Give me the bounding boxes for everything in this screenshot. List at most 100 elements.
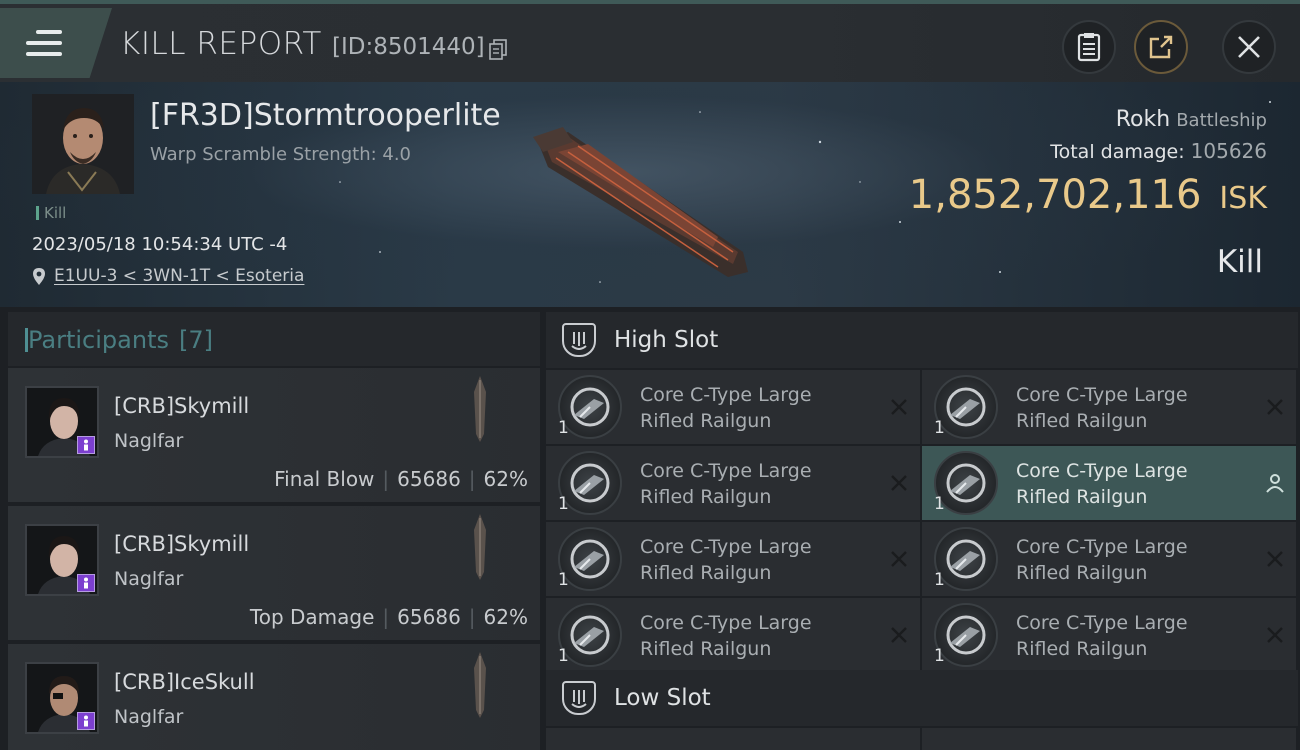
participant-damage: 65686 <box>397 605 461 629</box>
kill-location[interactable]: E1UU-3 < 3WN-1T < Esoteria <box>32 266 304 286</box>
kill-datetime: 2023/05/18 10:54:34 UTC -4 <box>32 234 288 255</box>
participant-stats: Final Blow | 65686 | 62% <box>274 467 528 491</box>
share-icon <box>1149 35 1173 59</box>
module-name: Core C-Type Large Rifled Railgun <box>640 536 812 584</box>
participant-avatar[interactable] <box>25 524 99 596</box>
low-slot-header: Low Slot <box>546 670 1298 726</box>
victim-name[interactable]: [FR3D]Stormtrooperlite <box>150 98 501 133</box>
module-item[interactable]: 1 Core C-Type Large Rifled Railgun <box>546 370 920 444</box>
clipboard-button[interactable] <box>1062 20 1116 74</box>
victim-portrait[interactable] <box>32 94 134 194</box>
kill-result: Kill <box>1216 244 1263 280</box>
menu-button[interactable] <box>0 8 112 78</box>
header-bar: KILL REPORT [ID:8501440] <box>0 0 1300 82</box>
location-link[interactable]: E1UU-3 < 3WN-1T < Esoteria <box>54 266 304 286</box>
participant-damage: 65686 <box>397 467 461 491</box>
isk-amount: 1,852,702,116 <box>908 172 1202 218</box>
victim-ship-render <box>533 127 748 277</box>
low-slot-title: Low Slot <box>614 685 711 711</box>
participant-percent: 62% <box>483 467 528 491</box>
module-quantity: 1 <box>558 418 569 438</box>
ship-name[interactable]: Rokh <box>1116 107 1170 132</box>
participant-stats: Top Damage | 65686 | 62% <box>249 605 528 629</box>
x-icon[interactable] <box>888 396 910 418</box>
clipboard-icon <box>1077 33 1101 62</box>
module-name: Core C-Type Large Rifled Railgun <box>640 384 812 432</box>
x-icon[interactable] <box>888 624 910 646</box>
module-quantity: 1 <box>934 570 945 590</box>
warp-scramble-strength: Warp Scramble Strength: 4.0 <box>150 144 412 165</box>
module-name: Core C-Type Large Rifled Railgun <box>1016 536 1188 584</box>
participant-avatar[interactable] <box>25 386 99 458</box>
module-name: Core C-Type Large Rifled Railgun <box>640 612 812 660</box>
isk-unit: ISK <box>1219 181 1267 216</box>
ship-class: Battleship <box>1176 110 1267 131</box>
person-badge-icon <box>77 712 95 730</box>
high-slot-header: High Slot <box>546 312 1298 368</box>
participant-ship: Naglfar <box>114 568 184 590</box>
x-icon[interactable] <box>888 548 910 570</box>
module-item[interactable]: 1 Core C-Type Large Rifled Railgun <box>922 522 1296 596</box>
module-name: Core C-Type Large Rifled Railgun <box>1016 460 1188 508</box>
participants-title: Participants [7] <box>25 326 213 354</box>
low-slot-item[interactable] <box>922 728 1296 750</box>
module-item[interactable]: 1 Core C-Type Large Rifled Railgun <box>922 598 1296 672</box>
close-button[interactable] <box>1222 20 1276 74</box>
portrait-image <box>32 94 134 194</box>
module-item[interactable]: 1 Core C-Type Large Rifled Railgun <box>546 522 920 596</box>
module-item[interactable]: 1 Core C-Type Large Rifled Railgun <box>546 598 920 672</box>
page-title: KILL REPORT <box>120 26 322 62</box>
participant-name[interactable]: [CRB]Skymill <box>114 394 249 418</box>
module-item[interactable]: 1 Core C-Type Large Rifled Railgun <box>922 370 1296 444</box>
participant-name[interactable]: [CRB]Skymill <box>114 532 249 556</box>
module-quantity: 1 <box>934 494 945 514</box>
module-quantity: 1 <box>558 570 569 590</box>
slot-shield-icon <box>562 323 596 357</box>
x-icon[interactable] <box>1264 624 1286 646</box>
participant-ship-icon <box>474 652 486 718</box>
participant-ship-icon <box>474 376 486 442</box>
participants-count: [7] <box>178 326 213 354</box>
participant-name[interactable]: [CRB]IceSkull <box>114 670 255 694</box>
participant-avatar[interactable] <box>25 662 99 734</box>
person-icon[interactable] <box>1264 472 1286 494</box>
kill-id: [ID:8501440] <box>332 34 485 60</box>
module-quantity: 1 <box>558 494 569 514</box>
participant-percent: 62% <box>483 605 528 629</box>
x-icon[interactable] <box>1264 396 1286 418</box>
victim-banner: [FR3D]Stormtrooperlite Warp Scramble Str… <box>0 82 1300 307</box>
total-damage: Total damage: 105626 <box>1050 139 1267 163</box>
total-damage-label: Total damage: <box>1050 141 1185 163</box>
x-icon[interactable] <box>1264 548 1286 570</box>
module-item[interactable]: 1 Core C-Type Large Rifled Railgun <box>922 446 1296 520</box>
module-quantity: 1 <box>934 646 945 666</box>
participant-ship-icon <box>474 514 486 580</box>
module-item[interactable]: 1 Core C-Type Large Rifled Railgun <box>546 446 920 520</box>
participant-role: Top Damage <box>249 605 375 629</box>
participant-card[interactable]: [CRB]Skymill Naglfar Top Damage | 65686 | 62… <box>8 506 540 640</box>
module-quantity: 1 <box>558 646 569 666</box>
copy-icon[interactable] <box>489 39 507 61</box>
participant-role: Final Blow <box>274 467 375 491</box>
person-badge-icon <box>77 436 95 454</box>
location-pin-icon <box>33 267 45 285</box>
participants-header: Participants [7] <box>8 312 540 366</box>
kill-tag: Kill <box>36 204 66 222</box>
high-slot-title: High Slot <box>614 327 719 353</box>
participants-label: Participants <box>28 326 169 354</box>
participant-card[interactable]: [CRB]IceSkull Naglfar <box>8 644 540 750</box>
participant-ship: Naglfar <box>114 430 184 452</box>
person-badge-icon <box>77 574 95 592</box>
hamburger-icon <box>26 30 62 58</box>
low-slot-item[interactable] <box>546 728 920 750</box>
participant-ship: Naglfar <box>114 706 184 728</box>
victim-ship: Rokh Battleship <box>1116 107 1267 132</box>
module-name: Core C-Type Large Rifled Railgun <box>640 460 812 508</box>
module-quantity: 1 <box>934 418 945 438</box>
x-icon[interactable] <box>888 472 910 494</box>
participant-card[interactable]: [CRB]Skymill Naglfar Final Blow | 65686 | 62… <box>8 368 540 502</box>
total-damage-value: 105626 <box>1190 139 1267 163</box>
module-name: Core C-Type Large Rifled Railgun <box>1016 384 1188 432</box>
slot-shield-icon <box>562 681 596 715</box>
share-button[interactable] <box>1134 20 1188 74</box>
